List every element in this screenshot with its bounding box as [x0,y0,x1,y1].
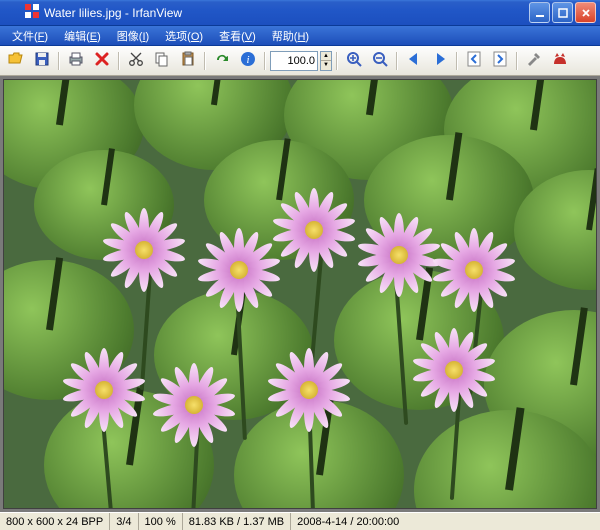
menu-view[interactable]: 查看(V) [213,27,262,45]
paste-button[interactable] [176,49,200,73]
menu-edit[interactable]: 编辑(E) [58,27,107,45]
menu-file[interactable]: 文件(F) [6,27,54,45]
window-title: Water lilies.jpg - IrfanView [44,6,182,20]
zoom-out-button[interactable] [368,49,392,73]
image-workarea [0,76,600,512]
status-bar: 800 x 600 x 24 BPP 3/4 100 % 81.83 KB / … [0,512,600,530]
svg-text:i: i [246,54,249,66]
toolbar-separator [262,49,268,73]
toolbar-separator [202,49,208,73]
zoom-spinner[interactable]: ▲▼ [320,51,332,71]
first-button[interactable] [462,49,486,73]
print-button[interactable] [64,49,88,73]
toolbar: i ▲▼ [0,46,600,76]
status-index: 3/4 [110,513,138,530]
info-button[interactable]: i [236,49,260,73]
flower [104,210,184,290]
toolbar-separator [514,49,520,73]
clipboard-icon [179,50,197,71]
redo-button[interactable] [210,49,234,73]
status-size: 81.83 KB / 1.37 MB [183,513,291,530]
status-datetime: 2008-4-14 / 20:00:00 [291,513,600,530]
scissors-icon [127,50,145,71]
close-button[interactable] [575,2,596,23]
minimize-button[interactable] [529,2,550,23]
zoom-input[interactable] [271,55,317,67]
menu-options[interactable]: 选项(O) [159,27,209,45]
image-viewport[interactable] [3,79,597,509]
about-button[interactable] [548,49,572,73]
info-icon: i [239,50,257,71]
displayed-image [4,80,596,508]
cat-icon [551,50,569,71]
title-bar: Water lilies.jpg - IrfanView [0,0,600,26]
prev-button[interactable] [402,49,426,73]
delete-x-icon [93,50,111,71]
status-zoom: 100 % [139,513,183,530]
next-button[interactable] [428,49,452,73]
menu-help[interactable]: 帮助(H) [266,27,315,45]
zoom-input-wrap [270,51,318,71]
copy-button[interactable] [150,49,174,73]
toolbar-separator [334,49,340,73]
zoom-in-icon [345,50,363,71]
toolbar-separator [116,49,122,73]
zoom-in-button[interactable] [342,49,366,73]
save-button[interactable] [30,49,54,73]
copy-icon [153,50,171,71]
arrow-left-icon [405,50,423,71]
printer-icon [67,50,85,71]
zoom-out-icon [371,50,389,71]
open-button[interactable] [4,49,28,73]
page-last-icon [491,50,509,71]
settings-button[interactable] [522,49,546,73]
maximize-button[interactable] [552,2,573,23]
toolbar-separator [56,49,62,73]
folder-open-icon [7,50,25,71]
delete-button[interactable] [90,49,114,73]
tools-icon [525,50,543,71]
floppy-icon [33,50,51,71]
cut-button[interactable] [124,49,148,73]
menu-bar: 文件(F) 编辑(E) 图像(I) 选项(O) 查看(V) 帮助(H) [0,26,600,46]
redo-arrow-icon [213,50,231,71]
status-dimensions: 800 x 600 x 24 BPP [0,513,110,530]
menu-image[interactable]: 图像(I) [111,27,155,45]
toolbar-separator [394,49,400,73]
toolbar-separator [454,49,460,73]
arrow-right-icon [431,50,449,71]
page-first-icon [465,50,483,71]
last-button[interactable] [488,49,512,73]
